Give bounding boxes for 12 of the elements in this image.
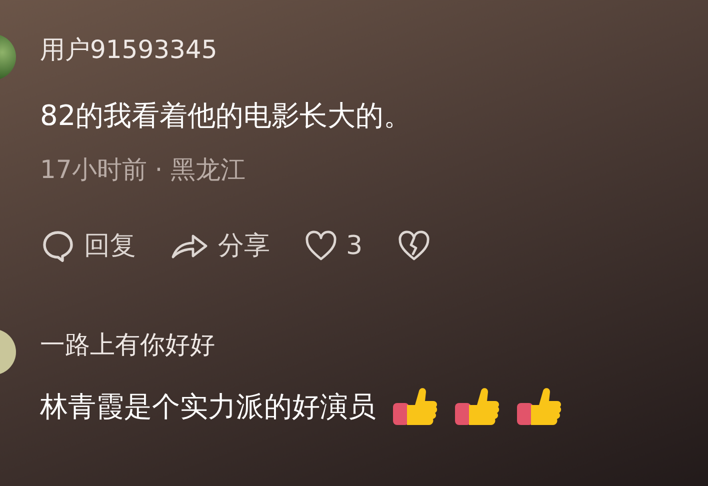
reply-button[interactable]: 回复 xyxy=(40,228,136,263)
dislike-button[interactable] xyxy=(396,230,431,262)
like-button[interactable]: 3 xyxy=(304,230,363,262)
broken-heart-icon xyxy=(396,230,431,262)
heart-icon xyxy=(304,230,338,262)
username: 一路上有你好好 xyxy=(40,329,216,361)
comment-text: 林青霞是个实力派的好演员 xyxy=(40,389,376,425)
comment-meta: 17小时前 · 黑龙江 xyxy=(40,154,247,186)
username: 用户91593345 xyxy=(40,34,218,66)
comment-text: 82的我看着他的电影长大的。 xyxy=(40,98,412,134)
share-button[interactable]: 分享 xyxy=(170,228,270,263)
speech-bubble-icon xyxy=(40,228,76,262)
